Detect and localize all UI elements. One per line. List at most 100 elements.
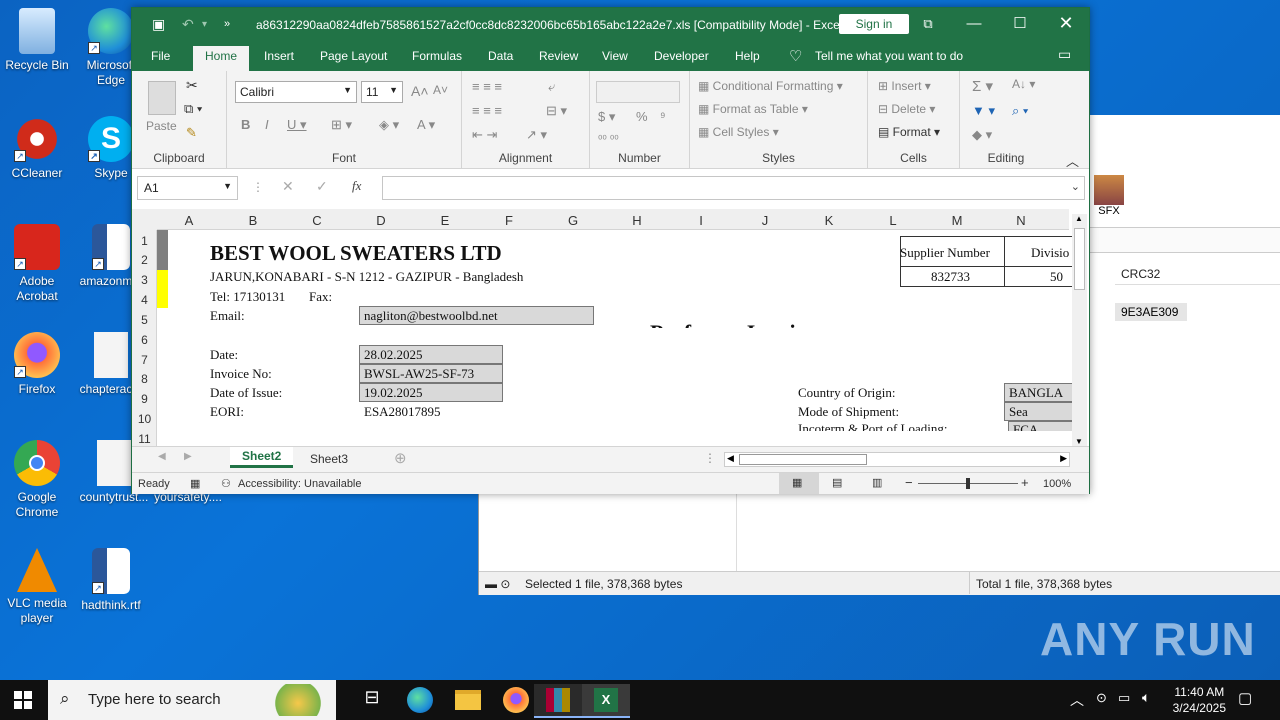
taskbar-search-box[interactable]: ⌕ Type here to search — [48, 680, 336, 720]
division-value[interactable]: 50 — [1050, 269, 1063, 285]
desktop-icon-recycle-bin[interactable]: Recycle Bin — [0, 8, 74, 73]
incoterm-cell[interactable]: FCA — [1008, 421, 1078, 431]
select-all-corner[interactable] — [132, 209, 157, 230]
save-icon[interactable]: ▣ — [152, 16, 165, 33]
row-header[interactable]: 10 — [132, 412, 157, 426]
sign-in-button[interactable]: Sign in — [839, 14, 909, 34]
decimal-icons[interactable]: ⁰⁰ ⁰⁰ — [598, 133, 619, 146]
column-header[interactable]: G — [541, 213, 605, 228]
desktop-icon-vlc[interactable]: VLC media player — [0, 548, 74, 626]
find-icon[interactable]: ⌕ ▾ — [1012, 103, 1028, 119]
undo-dropdown-icon[interactable]: ▾ — [202, 19, 207, 30]
taskbar-winrar[interactable] — [534, 684, 582, 718]
column-header[interactable]: B — [221, 213, 285, 228]
tab-home[interactable]: Home — [193, 46, 250, 71]
number-format-combo[interactable] — [596, 81, 680, 103]
zoom-out-icon[interactable]: − — [905, 475, 913, 490]
copy-icon[interactable]: ⧉ ▾ — [184, 101, 202, 117]
italic-icon[interactable]: I — [265, 117, 269, 132]
tab-help[interactable]: Help — [735, 49, 760, 63]
horizontal-scroll-thumb[interactable] — [739, 454, 867, 465]
desktop-icon-acrobat[interactable]: ↗ Adobe Acrobat — [0, 224, 74, 304]
maximize-button[interactable]: ☐ — [997, 8, 1043, 41]
vertical-scroll-thumb[interactable] — [1074, 228, 1085, 290]
increase-font-icon[interactable]: A˄ — [411, 83, 429, 99]
column-header[interactable]: F — [477, 213, 541, 228]
supplier-number[interactable]: 832733 — [931, 269, 970, 285]
taskbar-excel[interactable]: X — [582, 684, 630, 718]
horizontal-scrollbar[interactable]: ◀ ▶ — [724, 452, 1070, 467]
taskbar-edge[interactable] — [396, 684, 444, 718]
enter-icon[interactable]: ✓ — [316, 178, 328, 195]
next-sheet-icon[interactable]: ▶ — [184, 451, 192, 462]
prev-sheet-icon[interactable]: ◀ — [158, 451, 166, 462]
macro-record-icon[interactable]: ▦ — [190, 477, 200, 490]
cell-styles-button[interactable]: ▦ Cell Styles ▾ — [698, 125, 779, 139]
zoom-level[interactable]: 100% — [1043, 478, 1071, 490]
accessibility-status[interactable]: Accessibility: Unavailable — [238, 478, 362, 490]
column-header[interactable]: D — [349, 213, 413, 228]
sort-filter-icon[interactable]: A↓ ▾ — [1012, 77, 1035, 91]
conditional-formatting-button[interactable]: ▦ Conditional Formatting ▾ — [698, 79, 843, 93]
sheet-tab-sheet3[interactable]: Sheet3 — [310, 452, 348, 466]
tab-view[interactable]: View — [602, 49, 628, 63]
name-box[interactable]: A1 ▼ — [137, 176, 238, 200]
worksheet[interactable]: A B C D E F G H I J K L M N 1 2 3 4 5 6 … — [132, 209, 1089, 446]
date-cell[interactable]: 28.02.2025 — [359, 345, 503, 364]
column-header[interactable]: H — [605, 213, 669, 228]
comments-icon[interactable]: ▭ — [1058, 46, 1071, 63]
add-sheet-icon[interactable]: ⊕ — [394, 449, 407, 467]
fill-color-icon[interactable]: ◈ ▾ — [379, 117, 399, 133]
shipment-cell[interactable]: Sea — [1004, 402, 1074, 421]
expand-formula-icon[interactable]: ⌄ — [1071, 180, 1080, 193]
column-header[interactable]: K — [797, 213, 861, 228]
column-header[interactable]: A — [157, 213, 221, 228]
clear-icon[interactable]: ◆ ▾ — [972, 127, 992, 143]
font-name-combo[interactable]: Calibri ▼ — [235, 81, 357, 103]
scroll-right-icon[interactable]: ▶ — [1060, 453, 1067, 464]
format-painter-icon[interactable]: ✎ — [186, 125, 197, 141]
row-header[interactable]: 6 — [132, 333, 157, 347]
column-header[interactable]: N — [989, 213, 1053, 228]
collapse-ribbon-icon[interactable]: ︿ — [1066, 151, 1079, 170]
borders-icon[interactable]: ⊞ ▾ — [331, 117, 352, 133]
tab-review[interactable]: Review — [539, 49, 578, 63]
origin-cell[interactable]: BANGLA — [1004, 383, 1074, 402]
align-left-icon[interactable]: ≡ ≡ ≡ — [472, 103, 502, 118]
taskbar-clock[interactable]: 11:40 AM 3/24/2025 — [1173, 684, 1226, 716]
taskbar-firefox[interactable] — [492, 684, 540, 718]
scroll-left-icon[interactable]: ◀ — [727, 453, 734, 464]
zoom-in-icon[interactable]: + — [1021, 475, 1029, 490]
issue-date-cell[interactable]: 19.02.2025 — [359, 383, 503, 402]
cut-icon[interactable]: ✂ — [186, 77, 198, 94]
sfx-button[interactable]: SFX — [1089, 175, 1129, 217]
sheet-tab-sheet2[interactable]: Sheet2 — [230, 447, 294, 468]
eori-value[interactable]: ESA28017895 — [364, 404, 441, 420]
currency-icon[interactable]: $ ▾ — [598, 109, 615, 125]
row-header[interactable]: 8 — [132, 372, 157, 386]
row-header[interactable]: 9 — [132, 392, 157, 406]
notifications-icon[interactable]: ▢ — [1238, 689, 1252, 707]
show-hidden-icons-icon[interactable]: ︿ — [1070, 690, 1084, 710]
desktop-icon-hadthink[interactable]: ↗ hadthink.rtf — [74, 548, 148, 613]
cancel-icon[interactable]: ✕ — [282, 178, 294, 195]
vertical-scrollbar[interactable]: ▲ ▼ — [1072, 214, 1087, 446]
bold-icon[interactable]: B — [241, 117, 250, 132]
row-header[interactable]: 2 — [132, 253, 157, 267]
formula-input[interactable]: ⌄ — [382, 176, 1085, 200]
page-layout-view-icon[interactable]: ▤ — [832, 476, 842, 489]
tab-developer[interactable]: Developer — [654, 49, 709, 63]
customize-qat-icon[interactable]: » — [224, 18, 230, 30]
column-header[interactable]: E — [413, 213, 477, 228]
excel-window[interactable]: ▣ ↶ ▾ » a86312290aa0824dfeb7585861527a2c… — [131, 7, 1090, 494]
zoom-slider-thumb[interactable] — [966, 478, 970, 489]
desktop-icon-ccleaner[interactable]: ↗ CCleaner — [0, 116, 74, 181]
autosum-icon[interactable]: Σ ▾ — [972, 77, 993, 95]
wrap-text-icon[interactable]: ⤶ — [548, 79, 555, 95]
orientation-icon[interactable]: ↗ ▾ — [526, 127, 547, 143]
desktop-icon-firefox[interactable]: ↗ Firefox — [0, 332, 74, 397]
row-header[interactable]: 7 — [132, 353, 157, 367]
format-cells-button[interactable]: ▤ Format ▾ — [878, 125, 940, 139]
ribbon-display-icon[interactable]: ⧉ — [905, 8, 951, 41]
column-header[interactable]: C — [285, 213, 349, 228]
